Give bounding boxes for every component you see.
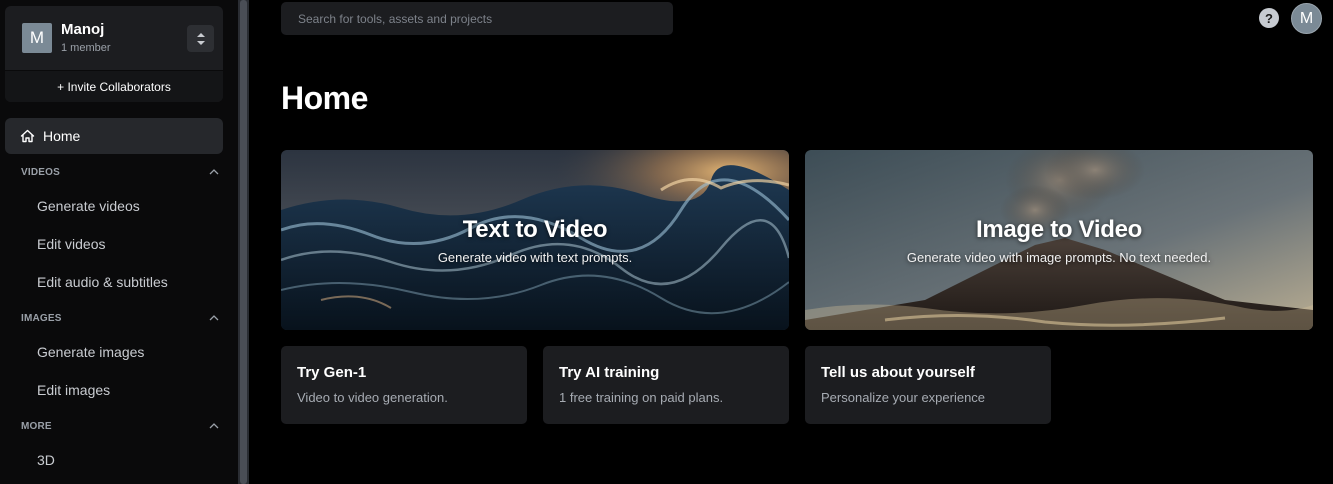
card-description: Personalize your experience	[821, 390, 986, 405]
team-member-count: 1 member	[61, 42, 111, 54]
text-to-video-card[interactable]: Text to Video Generate video with text p…	[281, 150, 789, 330]
sidebar-item-home[interactable]: Home	[5, 118, 223, 154]
section-more-toggle[interactable]: MORE	[21, 418, 219, 434]
user-avatar-button[interactable]: M	[1291, 3, 1322, 34]
team-name: Manoj	[61, 21, 105, 38]
chevron-up-down-icon	[196, 32, 205, 45]
chevron-up-icon	[209, 169, 219, 175]
section-heading: IMAGES	[21, 312, 62, 324]
search-input[interactable]	[298, 11, 658, 26]
card-title: Tell us about yourself	[821, 364, 975, 381]
help-button[interactable]: ?	[1259, 8, 1279, 28]
sidebar-item-edit-videos[interactable]: Edit videos	[37, 236, 105, 252]
chevron-up-icon	[209, 423, 219, 429]
section-heading: MORE	[21, 420, 52, 432]
hero-subtitle: Generate video with image prompts. No te…	[906, 249, 1212, 265]
scrollbar-thumb[interactable]	[240, 0, 247, 484]
sidebar-item-edit-images[interactable]: Edit images	[37, 382, 110, 398]
try-gen1-card[interactable]: Try Gen-1 Video to video generation.	[281, 346, 527, 424]
home-icon	[20, 129, 35, 143]
hero-subtitle: Generate video with text prompts.	[437, 249, 633, 265]
page-title: Home	[281, 80, 368, 116]
section-images-toggle[interactable]: IMAGES	[21, 310, 219, 326]
sidebar-item-edit-audio-subtitles[interactable]: Edit audio & subtitles	[37, 274, 168, 290]
card-title: Try AI training	[559, 364, 660, 381]
sidebar: M Manoj 1 member + Invite Collaborators …	[0, 0, 238, 484]
invite-collaborators-button[interactable]: + Invite Collaborators	[5, 70, 223, 102]
team-switch-button[interactable]	[187, 25, 214, 52]
image-to-video-card[interactable]: Image to Video Generate video with image…	[805, 150, 1313, 330]
sidebar-item-3d[interactable]: 3D	[37, 452, 55, 468]
chevron-up-icon	[209, 315, 219, 321]
sidebar-item-generate-videos[interactable]: Generate videos	[37, 198, 140, 214]
tell-us-about-yourself-card[interactable]: Tell us about yourself Personalize your …	[805, 346, 1051, 424]
search-bar[interactable]	[281, 2, 673, 35]
help-icon: ?	[1265, 10, 1273, 26]
sidebar-item-label: Home	[43, 128, 81, 144]
section-videos-toggle[interactable]: VIDEOS	[21, 164, 219, 180]
card-description: 1 free training on paid plans.	[559, 390, 724, 405]
hero-title: Image to Video	[975, 215, 1143, 243]
sidebar-item-generate-images[interactable]: Generate images	[37, 344, 144, 360]
card-title: Try Gen-1	[297, 364, 367, 381]
hero-title: Text to Video	[462, 215, 608, 243]
section-heading: VIDEOS	[21, 166, 60, 178]
team-card: M Manoj 1 member + Invite Collaborators	[5, 6, 223, 102]
try-ai-training-card[interactable]: Try AI training 1 free training on paid …	[543, 346, 789, 424]
card-description: Video to video generation.	[297, 390, 448, 405]
sidebar-scrollbar[interactable]	[238, 0, 249, 484]
team-avatar: M	[22, 23, 52, 53]
